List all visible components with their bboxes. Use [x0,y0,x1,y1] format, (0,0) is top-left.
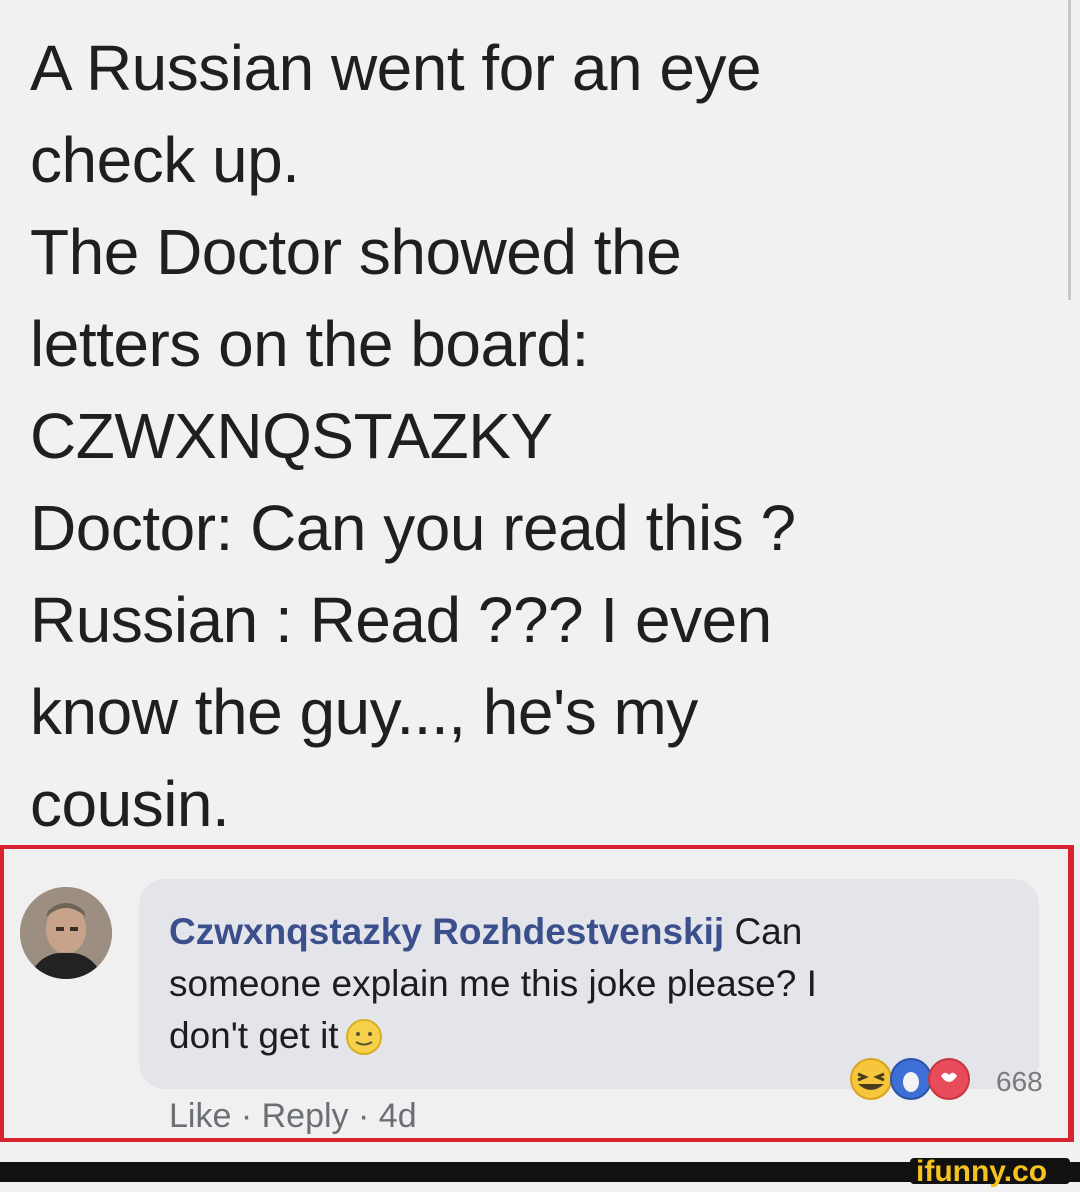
joke-line: know the guy..., he's my [30,676,698,748]
scroll-indicator[interactable] [1068,0,1071,300]
comment-text-line3: don't get it [169,1015,339,1056]
smile-emoji-icon [345,1019,382,1055]
separator: · [358,1097,370,1135]
comment-text: Czwxnqstazky Rozhdestvenskij Can someone… [169,906,959,1062]
laughing-emoji-icon [850,1058,892,1100]
joke-line: Russian : Read ??? I even [30,584,772,656]
joke-text: A Russian went for an eye check up. The … [30,22,1050,850]
joke-line: A Russian went for an eye [30,32,762,104]
joke-line: The Doctor showed the [30,216,682,288]
comment-actions: Like · Reply · 4d [169,1097,417,1136]
like-link[interactable]: Like [169,1097,231,1136]
svg-text:ifunny.co: ifunny.co [916,1155,1047,1187]
joke-line: cousin. [30,768,230,840]
comment-text-line2: someone explain me this joke please? I [169,963,817,1004]
joke-line: Doctor: Can you read this ? [30,492,796,564]
avatar[interactable] [20,887,112,979]
joke-line: letters on the board: [30,308,589,380]
reaction-icons [850,1058,970,1100]
love-emoji-icon [928,1058,970,1100]
separator: · [240,1097,253,1135]
joke-line: CZWXNQSTAZKY [30,400,553,472]
reply-link[interactable]: Reply [262,1097,349,1136]
reaction-count: 668 [996,1066,1043,1097]
highlighted-comment-box: Czwxnqstazky Rozhdestvenskij Can someone… [0,845,1074,1142]
comment-author-link[interactable]: Czwxnqstazky Rozhdestvenskij [169,911,724,952]
avatar-photo [20,887,112,979]
wow-emoji-icon [890,1058,932,1100]
ifunny-logo: ifunny.co [910,1153,1070,1192]
comment-text-line1: Can [734,911,803,952]
joke-line: check up. [30,124,300,196]
comment-timestamp[interactable]: 4d [379,1097,417,1136]
reaction-summary[interactable]: 668 [846,1054,1066,1104]
